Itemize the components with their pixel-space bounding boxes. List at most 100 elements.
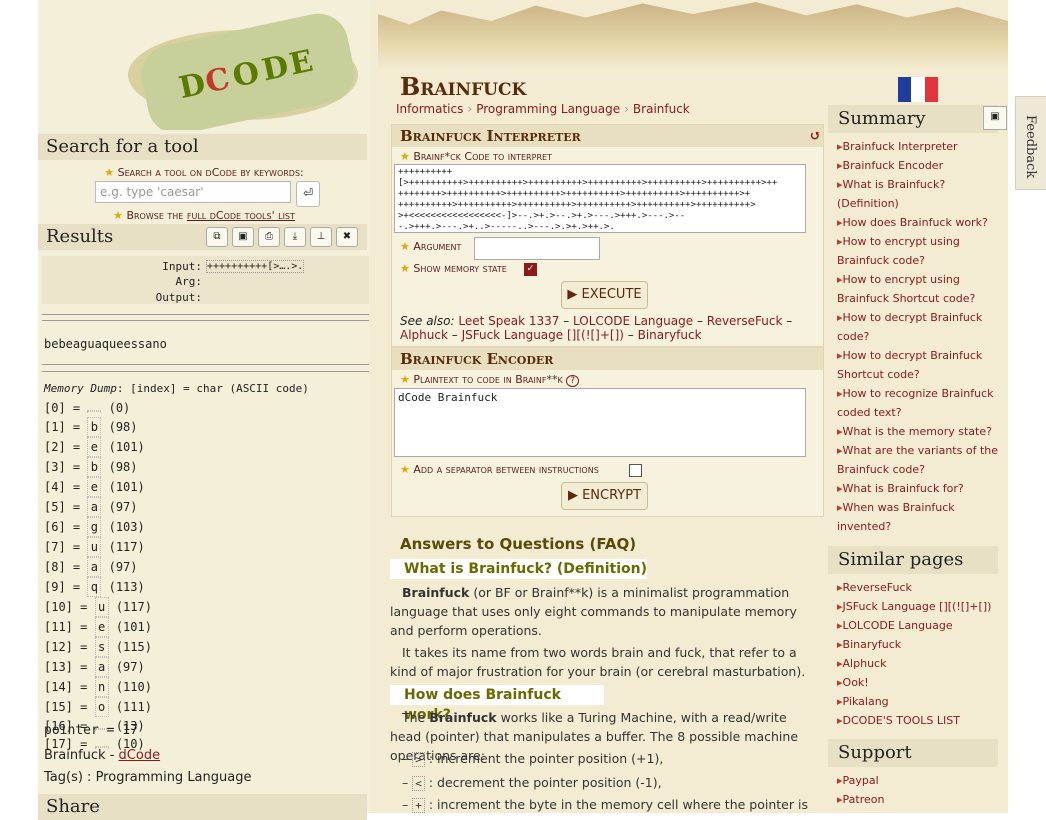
close-icon[interactable]: ✖ bbox=[336, 227, 358, 247]
memory-state-label: ★ Show memory state bbox=[400, 262, 507, 275]
similar-list: ReverseFuckJSFuck Language [][(![]+[])LO… bbox=[837, 578, 1007, 730]
support-list: PaypalPatreon bbox=[837, 771, 1007, 809]
memory-char: b bbox=[87, 457, 102, 477]
memory-char: a bbox=[87, 497, 102, 517]
sidebar-link[interactable]: How to encrypt using Brainfuck code? bbox=[837, 232, 1007, 270]
search-header: Search for a tool bbox=[38, 134, 367, 160]
reset-icon[interactable]: ↺ bbox=[809, 125, 821, 147]
french-flag-icon[interactable] bbox=[898, 77, 938, 102]
memory-char: s bbox=[94, 637, 109, 657]
argument-input[interactable] bbox=[474, 237, 600, 260]
memory-char: e bbox=[87, 477, 102, 497]
search-input[interactable]: e.g. type 'caesar' bbox=[95, 181, 291, 203]
code-label: ★ Brainf*ck Code to interpret bbox=[400, 150, 552, 163]
divider bbox=[42, 320, 369, 321]
sidebar-link[interactable]: When was Brainfuck invented? bbox=[837, 498, 1007, 536]
memory-code: (101) bbox=[115, 620, 152, 634]
feedback-label: Feedback bbox=[1023, 115, 1038, 179]
pin-icon[interactable]: ⊥ bbox=[310, 227, 332, 247]
sidebar-link[interactable]: What is Brainfuck for? bbox=[837, 479, 1007, 498]
memory-row: [3] = b (98) bbox=[44, 457, 152, 477]
breadcrumb-separator: › bbox=[467, 102, 473, 116]
copy-icon[interactable]: ⧉ bbox=[206, 227, 228, 247]
sidebar-link[interactable]: Ook! bbox=[837, 673, 1007, 692]
sidebar-link[interactable]: LOLCODE Language bbox=[837, 616, 1007, 635]
memory-code: (117) bbox=[115, 600, 152, 614]
sidebar-link[interactable]: Alphuck bbox=[837, 654, 1007, 673]
see-also-link[interactable]: Alphuck bbox=[400, 328, 448, 342]
separator-label-text: Add a separator between instructions bbox=[413, 463, 599, 476]
print-icon[interactable]: ⎙ bbox=[258, 227, 280, 247]
memory-code: (110) bbox=[115, 680, 152, 694]
op-key: < bbox=[412, 776, 425, 791]
sidebar-link[interactable]: How does Brainfuck work? bbox=[837, 213, 1007, 232]
dcode-logo[interactable]: D C O D E bbox=[123, 5, 378, 130]
sidebar-link[interactable]: ReverseFuck bbox=[837, 578, 1007, 597]
plaintext-textarea[interactable]: dCode Brainfuck bbox=[394, 388, 806, 457]
memory-dump-title: Memory Dump bbox=[44, 382, 117, 395]
execute-button[interactable]: ▶ EXECUTE bbox=[561, 281, 648, 309]
search-label: ★ Search a tool on dCode by keywords: bbox=[38, 166, 370, 179]
breadcrumb-informatics[interactable]: Informatics bbox=[396, 102, 463, 116]
help-icon[interactable]: ? bbox=[566, 375, 579, 387]
sidebar-link[interactable]: Patreon bbox=[837, 790, 1007, 809]
breadcrumb-separator: › bbox=[624, 102, 629, 116]
see-also-link[interactable]: LOLCODE Language bbox=[573, 314, 693, 328]
see-also-link[interactable]: Leet Speak 1337 bbox=[458, 314, 559, 328]
see-also-link[interactable]: ReverseFuck bbox=[707, 314, 783, 328]
memory-row: [6] = g (103) bbox=[44, 517, 152, 537]
code-textarea[interactable]: ++++++++++ [>++++++++++>++++++++++>+++++… bbox=[394, 164, 806, 233]
search-submit-button[interactable]: ⏎ bbox=[296, 181, 320, 207]
sidebar-link[interactable]: Binaryfuck bbox=[837, 635, 1007, 654]
sidebar-link[interactable]: How to encrypt using Brainfuck Shortcut … bbox=[837, 270, 1007, 308]
encrypt-label: ENCRYPT bbox=[582, 488, 642, 503]
divider bbox=[42, 371, 369, 372]
sidebar-link[interactable]: Pikalang bbox=[837, 692, 1007, 711]
save-icon[interactable]: ▣ bbox=[232, 227, 254, 247]
memory-index: [12] = bbox=[44, 640, 88, 654]
sidebar-link[interactable]: DCODE'S TOOLS LIST bbox=[837, 711, 1007, 730]
browse-tools-link[interactable]: full dCode tools' list bbox=[187, 209, 295, 222]
breadcrumb-programming-language[interactable]: Programming Language bbox=[476, 102, 620, 116]
browse-prefix: Browse the bbox=[126, 209, 184, 222]
see-also-link[interactable]: Binaryfuck bbox=[638, 328, 702, 342]
sidebar-link[interactable]: What is Brainfuck? (Definition) bbox=[837, 175, 1007, 213]
memory-code: (98) bbox=[108, 460, 138, 474]
sidebar-link[interactable]: How to decrypt Brainfuck code? bbox=[837, 308, 1007, 346]
memory-state-checkbox[interactable]: ✓ bbox=[524, 263, 537, 276]
memory-row: [11] = e (101) bbox=[44, 617, 152, 637]
separator-checkbox[interactable] bbox=[629, 464, 642, 477]
star-icon: ★ bbox=[400, 150, 410, 163]
breadcrumb-brainfuck[interactable]: Brainfuck bbox=[633, 102, 690, 116]
memory-row: [7] = u (117) bbox=[44, 537, 152, 557]
memory-dump-legend: : [index] = char (ASCII code) bbox=[116, 382, 309, 395]
results-toolbar: ⧉ ▣ ⎙ ⤓ ⊥ ✖ bbox=[206, 227, 358, 247]
enter-icon: ⏎ bbox=[302, 186, 314, 200]
share-header: Share bbox=[38, 794, 367, 820]
sidebar-link[interactable]: What is the memory state? bbox=[837, 422, 1007, 441]
see-also-link[interactable]: JSFuck Language [][(![]+[]) bbox=[462, 328, 624, 342]
browse-tools: ★ Browse the full dCode tools' list bbox=[38, 209, 370, 222]
sidebar-link[interactable]: Brainfuck Encoder bbox=[837, 156, 1007, 175]
sidebar-link[interactable]: Brainfuck Interpreter bbox=[837, 137, 1007, 156]
memory-index: [8] = bbox=[44, 560, 81, 574]
sidebar-link[interactable]: Paypal bbox=[837, 771, 1007, 790]
feedback-tab[interactable]: Feedback bbox=[1015, 96, 1046, 190]
sidebar-link[interactable]: How to recognize Brainfuck coded text? bbox=[837, 384, 1007, 422]
memory-row: [5] = a (97) bbox=[44, 497, 152, 517]
memory-index: [0] = bbox=[44, 401, 81, 415]
collapse-icon[interactable]: ▣ bbox=[983, 106, 1007, 130]
dcode-link[interactable]: dCode bbox=[119, 748, 161, 763]
download-icon[interactable]: ⤓ bbox=[284, 227, 306, 247]
search-label-text: Search a tool on dCode by keywords: bbox=[117, 166, 304, 179]
encrypt-button[interactable]: ▶ ENCRYPT bbox=[561, 482, 648, 510]
memory-index: [13] = bbox=[44, 660, 88, 674]
sidebar-link[interactable]: How to decrypt Brainfuck Shortcut code? bbox=[837, 346, 1007, 384]
memory-code: (101) bbox=[108, 480, 145, 494]
play-icon: ▶ bbox=[567, 287, 578, 302]
operation-item: – < : decrement the pointer position (-1… bbox=[402, 775, 662, 791]
sidebar-link[interactable]: What are the variants of the Brainfuck c… bbox=[837, 441, 1007, 479]
sidebar-link[interactable]: JSFuck Language [][(![]+[]) bbox=[837, 597, 1007, 616]
decoded-output[interactable]: bebeaguaqueessano bbox=[44, 337, 167, 351]
memory-dump: [0] = (0) [1] = b (98) [2] = e (101) [3] = … bbox=[44, 399, 152, 753]
